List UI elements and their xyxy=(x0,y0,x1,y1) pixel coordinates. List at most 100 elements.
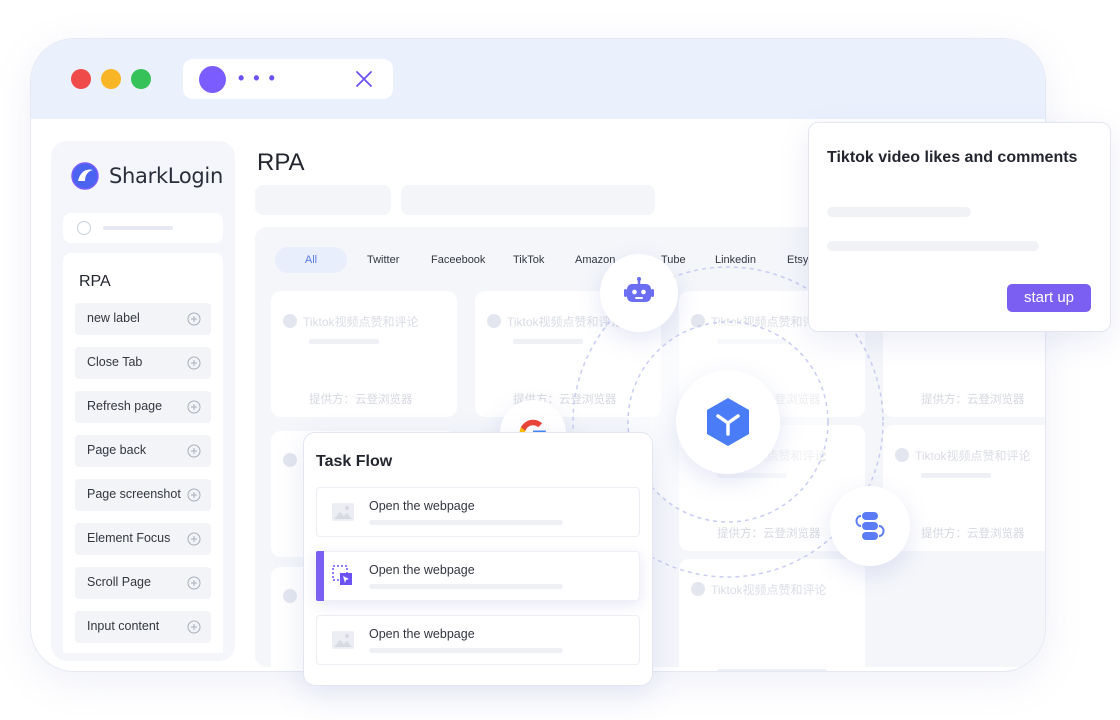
task-flow-panel: Task Flow Open the webpage Open the webp… xyxy=(303,432,653,686)
sidebar-item-label: Input content xyxy=(87,619,160,633)
plus-circle-icon[interactable] xyxy=(187,488,201,502)
task-step-label: Open the webpage xyxy=(369,499,475,513)
image-icon xyxy=(332,503,354,521)
sharklogin-logo-icon xyxy=(71,162,99,190)
card-title: Tiktok视频点赞和评论 xyxy=(283,313,419,330)
plus-circle-icon[interactable] xyxy=(187,312,201,326)
sidebar-item-label: Element Focus xyxy=(87,531,171,545)
close-icon[interactable] xyxy=(353,68,375,90)
sidebar-item-page-screenshot[interactable]: Page screenshot xyxy=(75,479,211,511)
more-icon[interactable]: • • • xyxy=(238,69,277,87)
radio-icon xyxy=(77,221,91,235)
tiktok-icon xyxy=(691,314,705,328)
tab-tiktok[interactable]: TikTok xyxy=(513,247,544,273)
template-card[interactable]: Tiktok视频点赞和评论 提供方：云登浏览器 xyxy=(271,291,457,417)
logo-text: SharkLogin xyxy=(109,164,223,188)
robot-bubble[interactable] xyxy=(600,254,678,332)
sidebar-item-label: Refresh page xyxy=(87,399,163,413)
plus-circle-icon[interactable] xyxy=(187,576,201,590)
sidebar-item-close-tab[interactable]: Close Tab xyxy=(75,347,211,379)
task-step[interactable]: Open the webpage xyxy=(316,615,640,665)
placeholder-bar xyxy=(309,339,379,344)
logo: SharkLogin xyxy=(71,161,223,191)
robot-icon xyxy=(624,277,654,302)
stage: • • • SharkLogin RPA new label Close Tab… xyxy=(0,0,1120,720)
minimize-window-button[interactable] xyxy=(101,69,121,89)
placeholder-bar xyxy=(921,473,991,478)
sidebar-item-element-focus[interactable]: Element Focus xyxy=(75,523,211,555)
placeholder-bar xyxy=(717,669,827,671)
task-flow-title: Task Flow xyxy=(316,453,393,470)
workflow-icon xyxy=(855,512,885,540)
sidebar-item-scroll-page[interactable]: Scroll Page xyxy=(75,567,211,599)
card-provider: 提供方：云登浏览器 xyxy=(717,528,821,540)
active-indicator xyxy=(316,551,324,601)
page-title: RPA xyxy=(257,149,305,176)
placeholder-bar xyxy=(103,226,173,230)
plus-circle-icon[interactable] xyxy=(187,532,201,546)
card-provider: 提供方：云登浏览器 xyxy=(309,394,413,406)
sidebar-panel: RPA new label Close Tab Refresh page Pag… xyxy=(63,253,223,653)
maximize-window-button[interactable] xyxy=(131,69,151,89)
tiktok-icon xyxy=(283,314,297,328)
start-up-button[interactable]: start up xyxy=(1007,284,1091,312)
title-bar: • • • xyxy=(31,39,1045,119)
task-step-label: Open the webpage xyxy=(369,563,475,577)
tiktok-icon xyxy=(895,448,909,462)
placeholder-bar xyxy=(513,339,583,344)
sidebar-section-title: RPA xyxy=(79,273,111,290)
plus-circle-icon[interactable] xyxy=(187,444,201,458)
card-title-text: Tiktok视频点赞和评论 xyxy=(711,583,827,597)
card-title: Tiktok视频点赞和评论 xyxy=(691,581,827,598)
select-icon xyxy=(332,565,352,585)
tab-twitter[interactable]: Twitter xyxy=(367,247,399,273)
sidebar-item-label: Page screenshot xyxy=(87,487,181,501)
task-step[interactable]: Open the webpage xyxy=(316,487,640,537)
card-title-text: Tiktok视频点赞和评论 xyxy=(507,315,623,329)
automation-popup: Tiktok video likes and comments start up xyxy=(808,122,1111,332)
cube-icon xyxy=(707,398,749,446)
placeholder-bar xyxy=(369,648,563,653)
sidebar-item-label: new label xyxy=(87,311,140,325)
sidebar-item-label: Close Tab xyxy=(87,355,143,369)
address-bar[interactable]: • • • xyxy=(183,59,393,99)
tiktok-icon xyxy=(487,314,501,328)
sidebar-item-refresh-page[interactable]: Refresh page xyxy=(75,391,211,423)
card-title-text: Tiktok视频点赞和评论 xyxy=(303,315,419,329)
image-icon xyxy=(332,631,354,649)
tiktok-icon xyxy=(283,453,297,467)
sidebar-search[interactable] xyxy=(63,213,223,243)
card-title: Tiktok视频点赞和评论 xyxy=(487,313,623,330)
tab-linkedin[interactable]: Linkedin xyxy=(715,247,756,273)
tab-all[interactable]: All xyxy=(275,247,347,273)
tab-facebook[interactable]: Faceebook xyxy=(431,247,485,273)
filter-placeholder[interactable] xyxy=(255,185,391,215)
card-title xyxy=(283,589,303,604)
sidebar-item-label: Page back xyxy=(87,443,147,457)
task-step-active[interactable]: Open the webpage xyxy=(316,551,640,601)
plus-circle-icon[interactable] xyxy=(187,356,201,370)
sidebar-item-new-label[interactable]: new label xyxy=(75,303,211,335)
plus-circle-icon[interactable] xyxy=(187,400,201,414)
card-title xyxy=(283,453,303,468)
placeholder-bar xyxy=(369,584,563,589)
placeholder-bar xyxy=(369,520,563,525)
sidebar-item-page-back[interactable]: Page back xyxy=(75,435,211,467)
sidebar: SharkLogin RPA new label Close Tab Refre… xyxy=(51,141,235,661)
card-provider: 提供方：云登浏览器 xyxy=(921,528,1025,540)
sidebar-item-input-content[interactable]: Input content xyxy=(75,611,211,643)
placeholder-bar xyxy=(717,339,787,344)
card-provider: 提供方：云登浏览器 xyxy=(921,394,1025,406)
workflow-bubble[interactable] xyxy=(830,486,910,566)
card-title-text: Tiktok视频点赞和评论 xyxy=(915,449,1031,463)
template-card[interactable]: Tiktok视频点赞和评论 xyxy=(679,559,865,671)
placeholder-bar xyxy=(827,241,1039,251)
plus-circle-icon[interactable] xyxy=(187,620,201,634)
tab-etsy[interactable]: Etsy xyxy=(787,247,808,273)
card-title: Tiktok视频点赞和评论 xyxy=(691,313,827,330)
close-window-button[interactable] xyxy=(71,69,91,89)
avatar xyxy=(199,66,226,93)
card-title: Tiktok视频点赞和评论 xyxy=(895,447,1031,464)
tiktok-icon xyxy=(283,589,297,603)
search-placeholder[interactable] xyxy=(401,185,655,215)
